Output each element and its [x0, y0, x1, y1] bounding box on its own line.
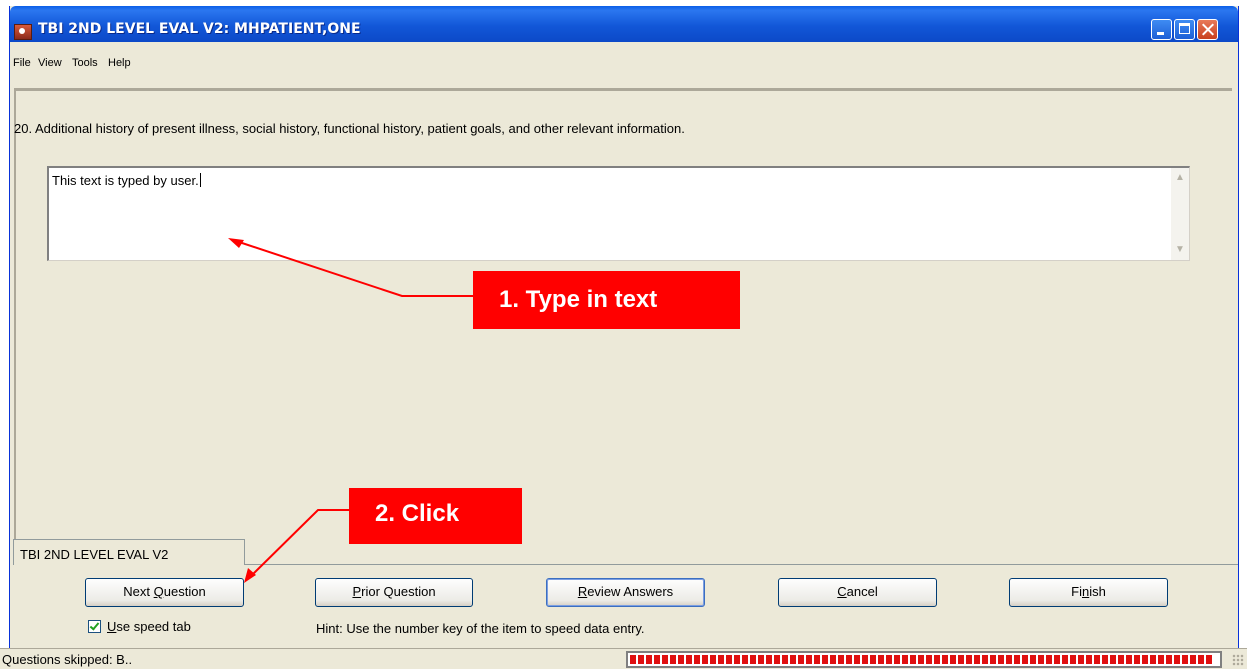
app-icon[interactable]	[14, 24, 32, 40]
speed-tab-checkbox[interactable]	[88, 620, 101, 633]
question-text: 20. Additional history of present illnes…	[14, 121, 685, 136]
hint-text: Hint: Use the number key of the item to …	[316, 621, 645, 636]
menu-tools[interactable]: Tools	[72, 57, 98, 69]
cancel-button[interactable]: Cancel	[778, 578, 937, 607]
tab-tbi-2nd-level-eval[interactable]: TBI 2ND LEVEL EVAL V2	[13, 539, 245, 565]
close-button[interactable]	[1197, 19, 1218, 40]
app-window: TBI 2ND LEVEL EVAL V2: MHPATIENT,ONE Fil…	[9, 6, 1239, 668]
scroll-down-icon[interactable]: ▼	[1173, 243, 1187, 257]
next-question-button[interactable]: Next Question	[85, 578, 244, 607]
vertical-scrollbar[interactable]: ▲ ▼	[1171, 168, 1189, 260]
progress-fill	[630, 655, 1212, 664]
answer-textarea[interactable]: This text is typed by user. ▲ ▼	[47, 166, 1190, 261]
text-caret	[199, 173, 201, 187]
window-title: TBI 2ND LEVEL EVAL V2: MHPATIENT,ONE	[38, 21, 361, 37]
maximize-button[interactable]	[1174, 19, 1195, 40]
annotation-step-1: 1. Type in text	[473, 271, 740, 329]
menu-help[interactable]: Help	[108, 57, 131, 69]
answer-text-content: This text is typed by user.	[52, 173, 201, 188]
resize-grip-icon[interactable]	[1232, 654, 1244, 666]
prior-question-button[interactable]: Prior Question	[315, 578, 473, 607]
finish-button[interactable]: Finish	[1009, 578, 1168, 607]
progress-bar	[626, 651, 1222, 668]
speed-tab-option[interactable]: Use speed tab	[88, 619, 191, 634]
menu-bar: File View Tools Help	[10, 43, 1238, 69]
annotation-step-2: 2. Click	[349, 488, 522, 544]
minimize-button[interactable]	[1151, 19, 1172, 40]
tab-divider	[245, 564, 1238, 565]
menu-view[interactable]: View	[38, 57, 62, 69]
review-answers-button[interactable]: Review Answers	[546, 578, 705, 607]
scroll-up-icon[interactable]: ▲	[1173, 171, 1187, 185]
title-bar[interactable]: TBI 2ND LEVEL EVAL V2: MHPATIENT,ONE	[10, 6, 1238, 42]
menu-file[interactable]: File	[13, 57, 31, 69]
status-text: Questions skipped: B..	[2, 652, 133, 667]
